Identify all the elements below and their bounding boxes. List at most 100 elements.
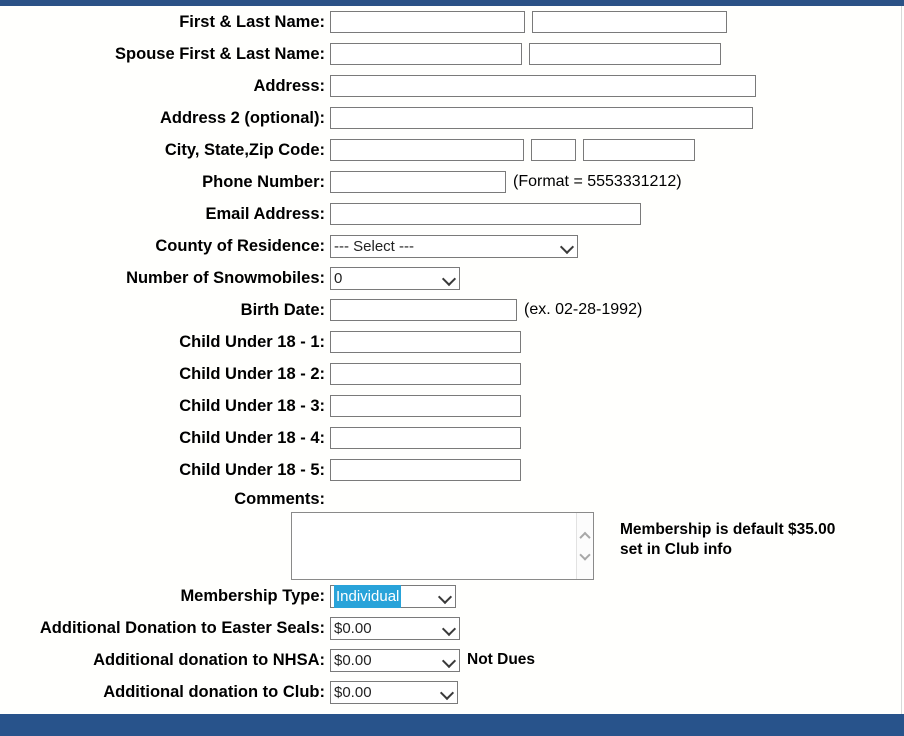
city-input[interactable] xyxy=(330,139,524,161)
form-row-city-state-zip: City, State,Zip Code: xyxy=(0,134,904,166)
county-of-residence-select[interactable]: --- Select --- xyxy=(330,234,578,258)
form-row-child-under-18-3: Child Under 18 - 3: xyxy=(0,390,904,422)
comments-label-row: Comments: xyxy=(0,486,904,512)
email-address-label: Email Address: xyxy=(205,204,325,223)
membership-type-select[interactable]: Individual xyxy=(330,584,456,608)
form-row-spouse-first-last-name: Spouse First & Last Name: xyxy=(0,38,904,70)
form-row-child-under-18-2: Child Under 18 - 2: xyxy=(0,358,904,390)
nhsa-donation-select[interactable]: $0.00 xyxy=(330,648,460,672)
membership-default-note-line-2: set in Club info xyxy=(620,541,732,558)
form-rows: First & Last Name: Spouse First & Last Na… xyxy=(0,6,904,486)
number-of-snowmobiles-field: 0 xyxy=(330,266,460,290)
child-under-18-4-label: Child Under 18 - 4: xyxy=(179,428,325,447)
form-row-birth-date: Birth Date: (ex. 02-28-1992) xyxy=(0,294,904,326)
county-of-residence-select-value: --- Select --- xyxy=(334,237,414,255)
child-under-18-5-label: Child Under 18 - 5: xyxy=(179,460,325,479)
birth-date-hint: (ex. 02-28-1992) xyxy=(524,301,643,318)
chevron-down-icon xyxy=(443,272,456,285)
club-donation-select-value: $0.00 xyxy=(334,683,372,701)
address-label: Address: xyxy=(253,76,325,95)
phone-number-input[interactable] xyxy=(330,171,506,193)
comments-label: Comments: xyxy=(234,489,325,508)
membership-default-note-line-1: Membership is default $35.00 xyxy=(620,521,836,538)
birth-date-field: (ex. 02-28-1992) xyxy=(330,299,642,321)
child-under-18-5-field xyxy=(330,459,521,481)
zip-code-input[interactable] xyxy=(583,139,695,161)
membership-type-select-value: Individual xyxy=(334,584,402,608)
child-under-18-5-input[interactable] xyxy=(330,459,521,481)
child-under-18-1-field xyxy=(330,331,521,353)
birth-date-input[interactable] xyxy=(330,299,517,321)
form-row-address: Address: xyxy=(0,70,904,102)
form-row-additional-donation-nhsa: Additional donation to NHSA: $0.00 Not Due… xyxy=(0,644,904,676)
form-row-phone-number: Phone Number: (Format = 5553331212) xyxy=(0,166,904,198)
comments-textarea-content[interactable] xyxy=(292,513,576,579)
form-row-child-under-18-5: Child Under 18 - 5: xyxy=(0,454,904,486)
county-of-residence-field: --- Select --- xyxy=(330,234,578,258)
child-under-18-3-field xyxy=(330,395,521,417)
form-row-child-under-18-4: Child Under 18 - 4: xyxy=(0,422,904,454)
address-2-field xyxy=(330,107,753,129)
address-input[interactable] xyxy=(330,75,756,97)
address-2-input[interactable] xyxy=(330,107,753,129)
child-under-18-2-label: Child Under 18 - 2: xyxy=(179,364,325,383)
chevron-down-icon xyxy=(443,654,456,667)
additional-donation-easter-seals-label: Additional Donation to Easter Seals: xyxy=(39,618,325,637)
additional-donation-easter-seals-field: $0.00 xyxy=(330,616,460,640)
chevron-down-icon xyxy=(443,622,456,635)
child-under-18-3-input[interactable] xyxy=(330,395,521,417)
additional-donation-nhsa-label: Additional donation to NHSA: xyxy=(93,650,325,669)
phone-number-field: (Format = 5553331212) xyxy=(330,171,682,193)
phone-number-hint: (Format = 5553331212) xyxy=(513,173,682,190)
easter-seals-donation-select[interactable]: $0.00 xyxy=(330,616,460,640)
chevron-down-icon[interactable] xyxy=(581,551,590,560)
phone-number-label: Phone Number: xyxy=(202,172,325,191)
child-under-18-2-input[interactable] xyxy=(330,363,521,385)
child-under-18-4-input[interactable] xyxy=(330,427,521,449)
membership-form: First & Last Name: Spouse First & Last Na… xyxy=(0,6,904,714)
city-state-zip-field xyxy=(330,139,695,161)
chevron-down-icon xyxy=(561,240,574,253)
form-row-additional-donation-easter-seals: Additional Donation to Easter Seals: $0.0… xyxy=(0,612,904,644)
child-under-18-1-input[interactable] xyxy=(330,331,521,353)
email-address-field xyxy=(330,203,641,225)
city-state-zip-label: City, State,Zip Code: xyxy=(164,140,325,159)
email-address-input[interactable] xyxy=(330,203,641,225)
additional-donation-club-label: Additional donation to Club: xyxy=(103,682,325,701)
additional-donation-nhsa-hint: Not Dues xyxy=(467,651,536,668)
first-last-name-label: First & Last Name: xyxy=(179,12,325,31)
child-under-18-2-field xyxy=(330,363,521,385)
address-2-label: Address 2 (optional): xyxy=(159,108,325,127)
birth-date-label: Birth Date: xyxy=(240,300,325,319)
child-under-18-3-label: Child Under 18 - 3: xyxy=(179,396,325,415)
easter-seals-donation-select-value: $0.00 xyxy=(334,619,372,637)
number-of-snowmobiles-select[interactable]: 0 xyxy=(330,266,460,290)
comments-row: Membership is default $35.00 set in Club… xyxy=(0,512,904,580)
number-of-snowmobiles-select-value: 0 xyxy=(334,269,343,287)
comments-textarea[interactable] xyxy=(291,512,594,580)
form-row-email-address: Email Address: xyxy=(0,198,904,230)
spouse-first-last-name-field xyxy=(330,43,721,65)
state-input[interactable] xyxy=(531,139,576,161)
form-row-address-2: Address 2 (optional): xyxy=(0,102,904,134)
chevron-up-icon[interactable] xyxy=(581,532,590,541)
form-row-number-of-snowmobiles: Number of Snowmobiles: 0 xyxy=(0,262,904,294)
additional-donation-nhsa-field: $0.00 Not Dues xyxy=(330,648,536,672)
address-field xyxy=(330,75,756,97)
child-under-18-4-field xyxy=(330,427,521,449)
child-under-18-1-label: Child Under 18 - 1: xyxy=(179,332,325,351)
comments-textarea-scrollbar[interactable] xyxy=(576,513,593,579)
chevron-down-icon xyxy=(441,686,454,699)
spouse-first-name-input[interactable] xyxy=(330,43,522,65)
form-row-membership-type: Membership Type: Individual xyxy=(0,580,904,612)
club-donation-select[interactable]: $0.00 xyxy=(330,680,458,704)
form-row-first-last-name: First & Last Name: xyxy=(0,6,904,38)
form-row-additional-donation-club: Additional donation to Club: $0.00 xyxy=(0,676,904,708)
first-name-input[interactable] xyxy=(330,11,525,33)
first-last-name-field xyxy=(330,11,727,33)
additional-donation-club-field: $0.00 xyxy=(330,680,458,704)
form-bottom-rows: Membership Type: Individual Additional Don… xyxy=(0,580,904,708)
last-name-input[interactable] xyxy=(532,11,727,33)
spouse-last-name-input[interactable] xyxy=(529,43,721,65)
form-row-child-under-18-1: Child Under 18 - 1: xyxy=(0,326,904,358)
